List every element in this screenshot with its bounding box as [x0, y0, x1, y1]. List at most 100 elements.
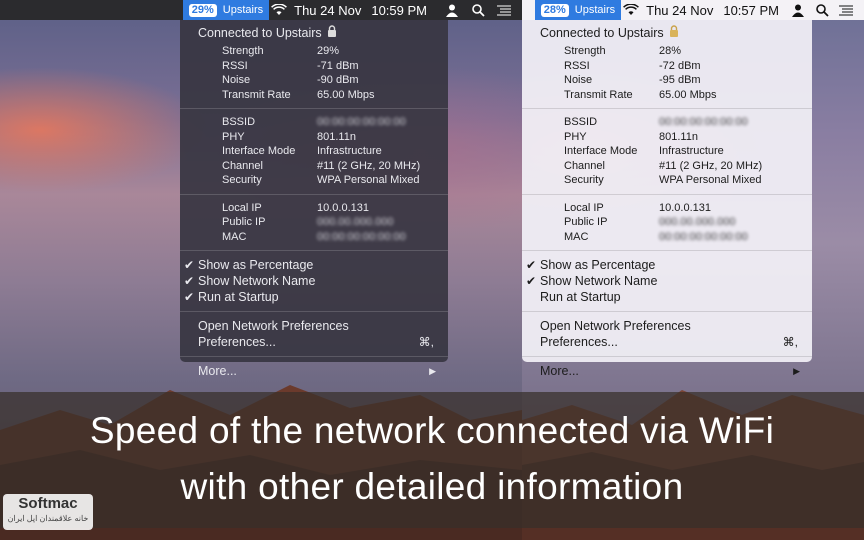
lock-icon	[327, 25, 337, 40]
info-row: Local IP 10.0.0.131	[522, 201, 812, 216]
info-label: Strength	[222, 45, 264, 58]
info-label: BSSID	[564, 116, 598, 129]
menu-item-preferences[interactable]: Preferences... ⌘,	[180, 334, 448, 350]
info-value: #11 (2 GHz, 20 MHz)	[659, 159, 763, 172]
menu-item-open-network-preferences[interactable]: Open Network Preferences	[522, 318, 812, 334]
info-label: Local IP	[222, 201, 262, 214]
notification-list-icon[interactable]	[836, 0, 856, 20]
info-value: -90 dBm	[317, 74, 359, 87]
info-label: Interface Mode	[222, 145, 296, 158]
submenu-arrow-icon: ▶	[429, 365, 436, 376]
info-row: PHY 801.11n	[180, 130, 448, 145]
menu-separator	[522, 108, 812, 109]
info-value: 29%	[317, 45, 340, 58]
info-row: Channel #11 (2 GHz, 20 MHz)	[522, 159, 812, 174]
keyboard-shortcut: ⌘,	[418, 335, 434, 349]
info-value: -95 dBm	[659, 74, 701, 87]
info-row: Interface Mode Infrastructure	[522, 144, 812, 159]
bssid-value: 00:00:00:00:00:00	[317, 116, 406, 129]
wifi-status-item[interactable]: 28% Upstairs	[534, 0, 622, 20]
option-label: Preferences...	[540, 335, 618, 349]
info-row: Transmit Rate 65.00 Mbps	[522, 88, 812, 103]
option-label: Show as Percentage	[198, 258, 314, 272]
option-label: Show Network Name	[540, 274, 658, 288]
info-label: Transmit Rate	[564, 88, 633, 101]
info-row: PHY 801.11n	[522, 130, 812, 145]
menu-separator	[522, 250, 812, 251]
search-icon[interactable]	[468, 0, 488, 20]
option-label: More...	[198, 364, 237, 378]
info-value: Infrastructure	[317, 145, 382, 158]
watermark-name: Softmac	[18, 495, 78, 512]
wifi-dropdown-menu: Connected to Upstairs Strength 29% RSSI -7…	[180, 20, 448, 378]
caption-band: Speed of the network connected via WiFi …	[0, 392, 864, 528]
info-label: Channel	[564, 159, 605, 172]
info-row: RSSI -72 dBm	[522, 59, 812, 74]
menu-item-preferences[interactable]: Preferences... ⌘,	[522, 334, 812, 350]
info-row: BSSID 00:00:00:00:00:00	[180, 115, 448, 130]
menu-option-run-at-startup[interactable]: Run at Startup	[522, 289, 812, 305]
bssid-value: 00:00:00:00:00:00	[659, 116, 748, 129]
option-label: Preferences...	[198, 335, 276, 349]
info-label: MAC	[564, 230, 589, 243]
lock-icon	[669, 25, 679, 40]
checkmark-icon: ✔	[184, 274, 195, 288]
submenu-arrow-icon: ▶	[793, 365, 800, 376]
menu-item-more[interactable]: More... ▶	[522, 363, 812, 379]
menubar-date[interactable]: Thu 24 Nov	[641, 3, 718, 18]
menubar-time[interactable]: 10:57 PM	[718, 3, 784, 18]
info-row: RSSI -71 dBm	[180, 59, 448, 74]
menu-item-open-network-preferences[interactable]: Open Network Preferences	[180, 318, 448, 334]
notification-list-icon[interactable]	[494, 0, 514, 20]
checkmark-icon: ✔	[184, 290, 195, 304]
menubar-date[interactable]: Thu 24 Nov	[289, 3, 366, 18]
caption-line-2: with other detailed information	[180, 466, 684, 507]
info-label: PHY	[564, 130, 587, 143]
checkmark-icon: ✔	[526, 274, 537, 288]
info-row: Noise -95 dBm	[522, 73, 812, 88]
info-label: Interface Mode	[564, 145, 638, 158]
info-label: MAC	[222, 230, 247, 243]
menubar-time[interactable]: 10:59 PM	[366, 3, 432, 18]
keyboard-shortcut: ⌘,	[782, 335, 798, 349]
user-icon[interactable]	[442, 0, 462, 20]
wifi-icon[interactable]	[269, 0, 289, 20]
info-value: Infrastructure	[659, 145, 724, 158]
info-label: Public IP	[564, 216, 608, 229]
menu-option-show-network-name[interactable]: ✔ Show Network Name	[180, 273, 448, 289]
wifi-percent-badge: 29%	[188, 3, 217, 17]
info-label: BSSID	[222, 116, 256, 129]
wifi-status-item[interactable]: 29% Upstairs	[182, 0, 270, 20]
info-value: 65.00 Mbps	[659, 88, 717, 101]
user-icon[interactable]	[788, 0, 808, 20]
info-label: PHY	[222, 130, 245, 143]
wifi-percent-badge: 28%	[540, 3, 569, 17]
info-row: Local IP 10.0.0.131	[180, 201, 448, 216]
info-row: MAC 00:00:00:00:00:00	[522, 230, 812, 245]
menu-item-more[interactable]: More... ▶	[180, 363, 448, 379]
wifi-icon[interactable]	[621, 0, 641, 20]
info-label: Public IP	[222, 216, 266, 229]
caption-line-1: Speed of the network connected via WiFi	[89, 410, 775, 451]
menu-option-show-percentage[interactable]: ✔ Show as Percentage	[180, 257, 448, 273]
search-icon[interactable]	[812, 0, 832, 20]
info-row: Interface Mode Infrastructure	[180, 144, 448, 159]
menu-separator	[522, 356, 812, 357]
menu-separator	[522, 311, 812, 312]
info-label: RSSI	[564, 59, 590, 72]
menu-option-show-network-name[interactable]: ✔ Show Network Name	[522, 273, 812, 289]
info-label: Security	[564, 174, 604, 187]
option-label: Open Network Preferences	[198, 319, 349, 333]
link-section: BSSID 00:00:00:00:00:00 PHY 801.11n Interf…	[522, 115, 812, 188]
menu-option-show-percentage[interactable]: ✔ Show as Percentage	[522, 257, 812, 273]
network-name: Upstairs	[574, 4, 616, 16]
menu-option-run-at-startup[interactable]: ✔ Run at Startup	[180, 289, 448, 305]
connection-title: Connected to Upstairs	[198, 25, 322, 40]
info-row: Public IP 000.00.000.000	[522, 215, 812, 230]
info-value: 801.11n	[659, 130, 698, 143]
watermark-subtitle: خانه علاقمندان اپل ایران	[7, 514, 89, 523]
info-row: Public IP 000.00.000.000	[180, 215, 448, 230]
option-label: Run at Startup	[198, 290, 279, 304]
info-row: MAC 00:00:00:00:00:00	[180, 230, 448, 245]
link-section: BSSID 00:00:00:00:00:00 PHY 801.11n Interf…	[180, 115, 448, 188]
